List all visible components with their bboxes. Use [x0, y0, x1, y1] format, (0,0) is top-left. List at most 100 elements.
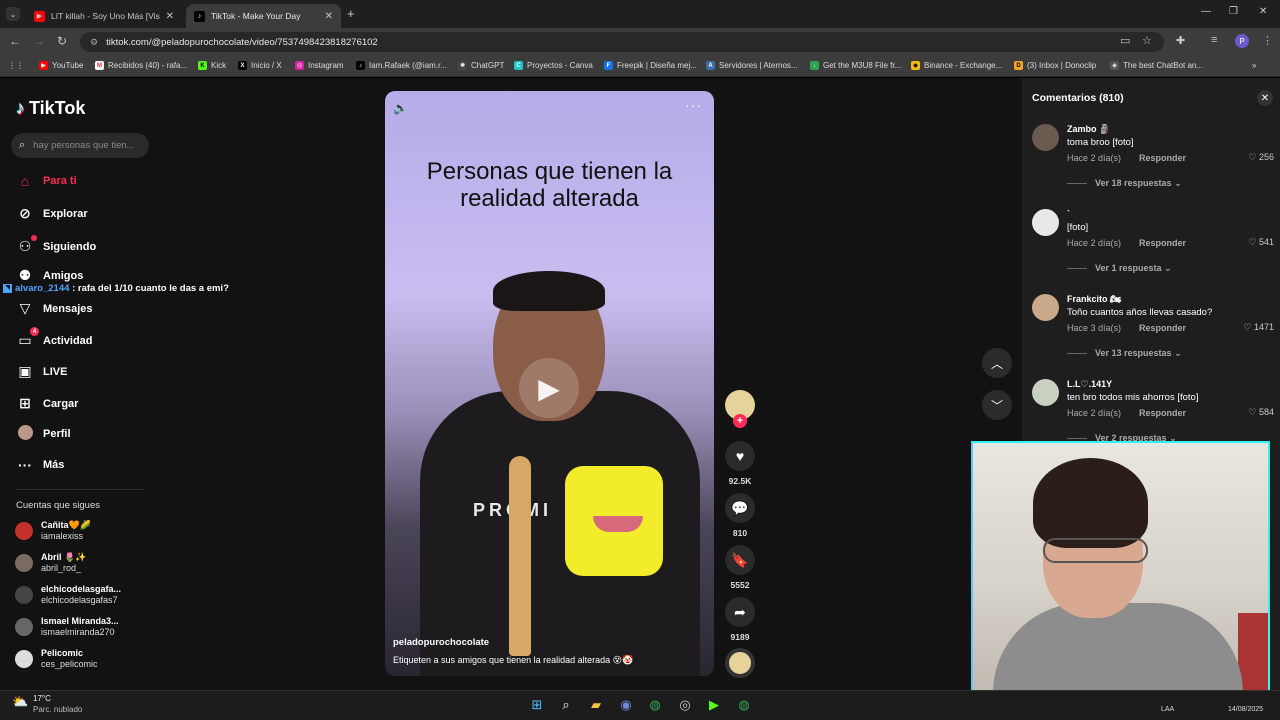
forward-icon[interactable]: → — [33, 34, 45, 48]
video-more-icon[interactable]: ··· — [685, 97, 702, 113]
comment-like-button[interactable]: ♡ 584 — [1248, 407, 1274, 418]
avatar[interactable] — [1032, 124, 1059, 151]
comment-like-button[interactable]: ♡ 256 — [1248, 152, 1274, 163]
bookmark-aternos[interactable]: A Servidores | Aternos... — [706, 61, 798, 70]
following-account[interactable]: elchicodelasgafa... elchicodelasgafas7 — [15, 584, 121, 606]
view-replies-button[interactable]: Ver 18 respuestas ⌄ — [1067, 178, 1182, 189]
avatar[interactable] — [1032, 294, 1059, 321]
comment-like-button[interactable]: ♡ 1471 — [1243, 322, 1274, 333]
tab-search-icon[interactable]: ⌄ — [6, 7, 20, 21]
nav-cargar[interactable]: ⊞ Cargar — [16, 395, 78, 412]
bookmark-kick[interactable]: K Kick — [198, 61, 226, 70]
start-icon[interactable]: ⊞ — [528, 696, 546, 714]
bookmark-star-icon[interactable]: ☆ — [1142, 34, 1152, 47]
view-replies-button[interactable]: Ver 1 respuesta ⌄ — [1067, 263, 1172, 274]
play-icon[interactable]: ▶ — [519, 358, 579, 418]
volume-icon[interactable]: 🔈 — [393, 101, 408, 115]
nav-explorar[interactable]: ⊘ Explorar — [16, 205, 88, 222]
next-video-button[interactable]: ﹀ — [982, 390, 1012, 420]
search-input[interactable]: ⌕ hay personas que tien... — [11, 133, 149, 158]
bookmark-instagram[interactable]: ◎ Instagram — [295, 61, 344, 70]
share-button[interactable]: ➦ 9189 — [725, 597, 755, 642]
bookmark-canva[interactable]: C Proyectos - Canva — [514, 61, 593, 70]
new-tab-icon[interactable]: + — [347, 6, 355, 21]
reply-button[interactable]: Responder — [1139, 323, 1186, 333]
cast-icon[interactable]: ▭ — [1120, 34, 1130, 47]
like-button[interactable]: ♥ 92.5K — [725, 441, 755, 486]
following-account[interactable]: Pelicomic ces_pelicomic — [15, 648, 98, 670]
obs-icon[interactable]: ◎ — [676, 696, 694, 714]
language-indicator[interactable]: LAA — [1161, 706, 1174, 713]
nav-siguiendo[interactable]: ⚇ Siguiendo — [16, 235, 96, 255]
profile-icon — [16, 425, 34, 443]
follow-plus-icon[interactable]: + — [733, 414, 747, 428]
discord-icon[interactable]: ◉ — [617, 696, 635, 714]
file-explorer-icon[interactable]: ▰ — [587, 696, 605, 714]
close-tab-icon[interactable]: ✕ — [325, 11, 333, 22]
taskbar-search-icon[interactable]: ⌕ — [557, 696, 575, 714]
tab-tiktok[interactable]: ♪ TikTok - Make Your Day ✕ — [186, 4, 341, 28]
minimize-icon[interactable]: — — [1201, 6, 1211, 17]
bookmark-m3u8[interactable]: ↓ Get the M3U8 File fr... — [810, 61, 901, 70]
following-account[interactable]: Cañita🧡🌽 iamalexiss — [15, 520, 91, 542]
bookmark-freepik[interactable]: F Freepik | Diseña mej... — [604, 61, 697, 70]
video-player[interactable]: PROMI Personas que tienen la realidad al… — [385, 91, 714, 676]
reply-button[interactable]: Responder — [1139, 238, 1186, 248]
back-icon[interactable]: ← — [9, 34, 21, 48]
video-caption: Etiqueten a sus amigos que tienen la rea… — [393, 655, 634, 665]
site-info-icon[interactable]: ⚙ — [90, 37, 98, 48]
extensions-icon[interactable]: ✚ — [1176, 34, 1185, 47]
video-username[interactable]: peladopurochocolate — [393, 637, 489, 648]
following-account[interactable]: Abril 🌷✨ abril_rod_ — [15, 552, 86, 574]
following-account[interactable]: Ismael Miranda3... ismaelmiranda270 — [15, 616, 119, 638]
close-comments-icon[interactable]: ✕ — [1257, 90, 1273, 106]
taskbar-date[interactable]: 14/08/2025 — [1228, 706, 1263, 713]
bookmark-tiktok-profile[interactable]: ♪ Iam.Rafaek (@iam.r... — [356, 61, 447, 70]
avatar[interactable] — [1032, 209, 1059, 236]
close-tab-icon[interactable]: ✕ — [166, 11, 174, 22]
canva-icon: C — [514, 61, 523, 70]
weather-desc: Parc. nublado — [33, 705, 83, 714]
bookmark-binance[interactable]: ◆ Binance - Exchange... — [911, 61, 1002, 70]
nav-perfil[interactable]: Perfil — [16, 425, 71, 443]
restore-icon[interactable]: ❐ — [1229, 6, 1238, 17]
more-bookmarks-icon[interactable]: » — [1252, 61, 1256, 70]
bookmark-x[interactable]: X Inicio / X — [238, 61, 282, 70]
chrome-profile-icon[interactable]: ◍ — [735, 696, 753, 714]
view-replies-button[interactable]: Ver 13 respuestas ⌄ — [1067, 348, 1182, 359]
window-close-icon[interactable]: ✕ — [1259, 6, 1267, 17]
reload-icon[interactable]: ↻ — [57, 34, 67, 48]
previous-video-button[interactable]: ︿ — [982, 348, 1012, 378]
address-bar[interactable]: ⚙ tiktok.com/@peladopurochocolate/video/… — [80, 32, 1164, 52]
nav-actividad[interactable]: ▭ 4 Actividad — [16, 327, 93, 349]
compass-icon: ⊘ — [19, 205, 31, 221]
apps-icon[interactable]: ⋮⋮ — [8, 61, 24, 70]
bookmark-donoclip[interactable]: D (3) Inbox | Donoclip — [1014, 61, 1096, 70]
chevron-down-icon: ⌄ — [1174, 178, 1182, 188]
profile-avatar[interactable]: P — [1235, 34, 1249, 48]
media-icon[interactable]: ≡ — [1211, 34, 1217, 46]
bookmark-chatgpt[interactable]: ✺ ChatGPT — [458, 61, 504, 70]
bookmark-chatbot[interactable]: ◈ The best ChatBot an... — [1110, 61, 1203, 70]
tab-youtube[interactable]: ▶ LIT killah - Soy Uno Más [Visual ✕ — [26, 4, 182, 28]
nav-amigos[interactable]: ⚉ Amigos — [16, 267, 84, 284]
chrome-icon[interactable]: ◍ — [646, 696, 664, 714]
reply-button[interactable]: Responder — [1139, 408, 1186, 418]
nav-mensajes[interactable]: ▽ Mensajes — [16, 300, 93, 317]
comment-button[interactable]: 💬 810 — [725, 493, 755, 538]
nav-para-ti[interactable]: ⌂ Para ti — [16, 173, 77, 189]
bookmark-youtube[interactable]: ▶ YouTube — [39, 61, 83, 70]
heart-outline-icon: ♡ — [1243, 322, 1252, 332]
reply-button[interactable]: Responder — [1139, 153, 1186, 163]
app-icon[interactable]: ▶ — [705, 696, 723, 714]
nav-mas[interactable]: ··· Más — [16, 457, 64, 473]
comment-like-button[interactable]: ♡ 541 — [1248, 237, 1274, 248]
menu-icon[interactable]: ⋮ — [1262, 34, 1273, 47]
bookmark-gmail[interactable]: M Recibidos (40) - rafa... — [95, 61, 187, 70]
tiktok-logo[interactable]: ♪ TikTok — [16, 98, 85, 119]
music-disc[interactable] — [725, 648, 755, 678]
save-button[interactable]: 🔖 5552 — [725, 545, 755, 590]
weather-icon[interactable]: ⛅ — [12, 694, 28, 710]
avatar[interactable] — [1032, 379, 1059, 406]
nav-live[interactable]: ▣ LIVE — [16, 363, 67, 380]
